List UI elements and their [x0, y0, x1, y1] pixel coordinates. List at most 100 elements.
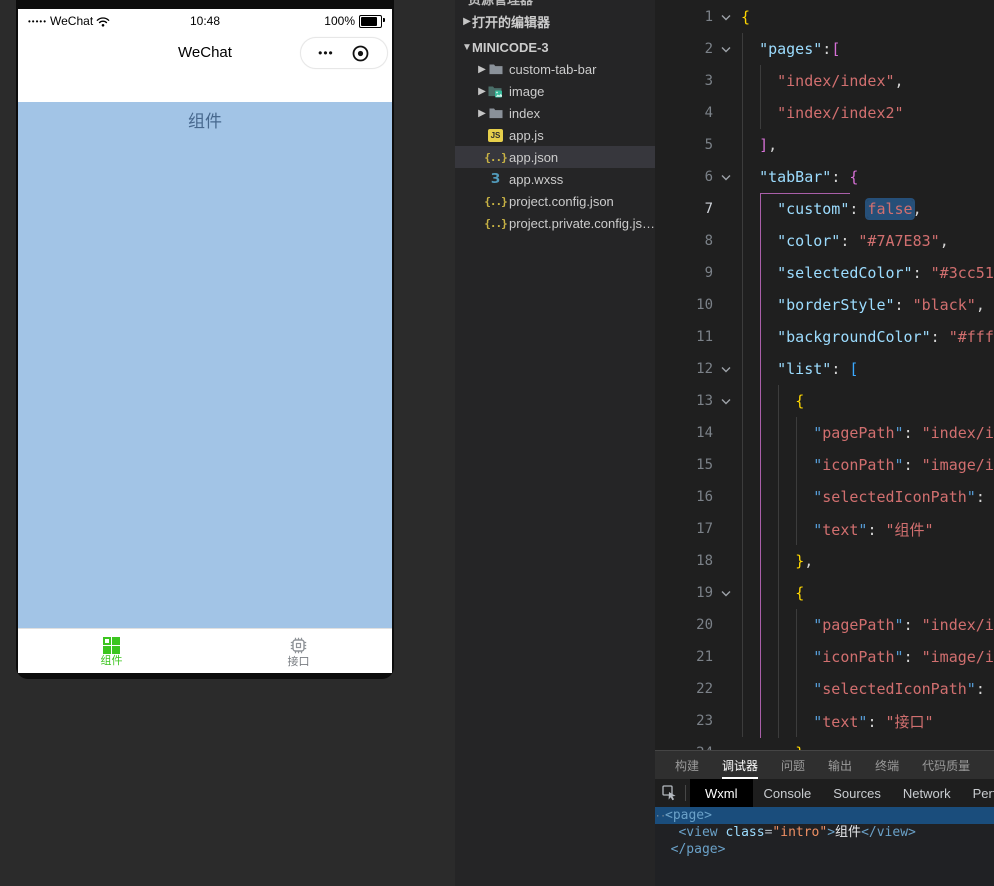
- file-row[interactable]: Зapp.wxss: [455, 168, 655, 190]
- fold-chevron-icon[interactable]: [713, 366, 739, 373]
- code-content: "list": [: [739, 360, 858, 378]
- editor-line[interactable]: 14 "pagePath": "index/in: [655, 417, 994, 449]
- fold-chevron-icon[interactable]: [713, 46, 739, 53]
- mini-tab-active[interactable]: 组件: [18, 629, 205, 673]
- line-number[interactable]: 7: [655, 201, 713, 217]
- panel-tab[interactable]: 输出: [828, 751, 852, 779]
- wxml-row[interactable]: <view class="intro">组件</view>: [655, 824, 994, 841]
- file-row[interactable]: {..} project.config.json: [455, 190, 655, 212]
- code-content: "pagePath": "index/in: [739, 616, 994, 634]
- line-number[interactable]: 6: [655, 169, 713, 185]
- file-row[interactable]: ▶ index: [455, 102, 655, 124]
- chevron-right-icon[interactable]: ▶: [462, 16, 472, 27]
- editor-line[interactable]: 10 "borderStyle": "black",: [655, 289, 994, 321]
- menu-dots-icon[interactable]: •••: [318, 38, 334, 68]
- panel-tab[interactable]: 问题: [781, 751, 805, 779]
- chevron-down-icon[interactable]: ▼: [462, 42, 472, 53]
- file-row[interactable]: JS app.js: [455, 124, 655, 146]
- line-number[interactable]: 11: [655, 329, 713, 345]
- inspect-element-icon[interactable]: [655, 779, 685, 807]
- devtools-tab[interactable]: Console: [753, 779, 823, 807]
- editor-line[interactable]: 2 "pages":[: [655, 33, 994, 65]
- line-number[interactable]: 10: [655, 297, 713, 313]
- editor-line[interactable]: 11 "backgroundColor": "#ffff: [655, 321, 994, 353]
- chevron-right-icon[interactable]: ▶: [477, 64, 487, 75]
- devtools-tab[interactable]: Wxml: [690, 779, 753, 807]
- json-file-icon: {..}: [484, 216, 507, 230]
- code-token: "index/index2": [777, 104, 904, 122]
- editor-line[interactable]: 7 "custom": false,: [655, 193, 994, 225]
- line-number[interactable]: 9: [655, 265, 713, 281]
- file-row[interactable]: {..} project.private.config.js…: [455, 212, 655, 234]
- editor-line[interactable]: 9 "selectedColor": "#3cc51f: [655, 257, 994, 289]
- editor-line[interactable]: 19 {: [655, 577, 994, 609]
- editor-line[interactable]: 4 "index/index2": [655, 97, 994, 129]
- panel-tab[interactable]: 构建: [675, 751, 699, 779]
- file-row[interactable]: {..} app.json: [455, 146, 655, 168]
- panel-tab[interactable]: 调试器: [722, 751, 759, 779]
- panel-tab[interactable]: 终端: [875, 751, 899, 779]
- editor-line[interactable]: 18 },: [655, 545, 994, 577]
- devtools-tab[interactable]: Performance: [962, 779, 994, 807]
- editor-line[interactable]: 15 "iconPath": "image/ic: [655, 449, 994, 481]
- editor-line[interactable]: 22 "selectedIconPath": ": [655, 673, 994, 705]
- line-number[interactable]: 5: [655, 137, 713, 153]
- wxml-row[interactable]: </page>: [655, 841, 994, 858]
- line-number[interactable]: 22: [655, 681, 713, 697]
- editor-line[interactable]: 5 ],: [655, 129, 994, 161]
- devtools-tab[interactable]: Network: [892, 779, 962, 807]
- line-number[interactable]: 19: [655, 585, 713, 601]
- target-icon[interactable]: [351, 44, 370, 63]
- editor-line[interactable]: 16 "selectedIconPath": ": [655, 481, 994, 513]
- editor-line[interactable]: 6 "tabBar": {: [655, 161, 994, 193]
- editor-line[interactable]: 8 "color": "#7A7E83",: [655, 225, 994, 257]
- code-token: "tabBar": [759, 168, 832, 186]
- line-number[interactable]: 2: [655, 41, 713, 57]
- grid-icon: [103, 636, 120, 654]
- code-token: [: [831, 40, 841, 58]
- code-token: ,: [939, 232, 949, 250]
- fold-chevron-icon[interactable]: [713, 174, 739, 181]
- line-number[interactable]: 13: [655, 393, 713, 409]
- line-number[interactable]: 14: [655, 425, 713, 441]
- line-number[interactable]: 3: [655, 73, 713, 89]
- section-project-root[interactable]: ▼ MINICODE-3: [455, 36, 655, 58]
- fold-chevron-icon[interactable]: [713, 14, 739, 21]
- js-file-icon: JS: [488, 128, 503, 142]
- editor-line[interactable]: 13 {: [655, 385, 994, 417]
- editor-line[interactable]: 21 "iconPath": "image/ic: [655, 641, 994, 673]
- chevron-right-icon[interactable]: ▶: [477, 108, 487, 119]
- fold-chevron-icon[interactable]: [713, 398, 739, 405]
- editor-line[interactable]: 23 "text": "接口": [655, 705, 994, 737]
- line-number[interactable]: 16: [655, 489, 713, 505]
- capsule-menu[interactable]: •••: [300, 37, 388, 69]
- chevron-right-icon[interactable]: ▶: [477, 86, 487, 97]
- line-number[interactable]: 12: [655, 361, 713, 377]
- wxml-row[interactable]: ···<page>: [655, 807, 994, 824]
- line-number[interactable]: 4: [655, 105, 713, 121]
- line-number[interactable]: 21: [655, 649, 713, 665]
- file-row[interactable]: ▶ image: [455, 80, 655, 102]
- editor-line[interactable]: 12 "list": [: [655, 353, 994, 385]
- mini-tab-inactive[interactable]: 接口: [205, 629, 392, 673]
- inspected-page-body[interactable]: 组件 body. 375 × 555: [18, 102, 392, 628]
- line-number[interactable]: 17: [655, 521, 713, 537]
- line-number[interactable]: 8: [655, 233, 713, 249]
- code-content: "selectedIconPath": ": [739, 488, 994, 506]
- editor-line[interactable]: 1{: [655, 1, 994, 33]
- section-open-editors[interactable]: ▶ 打开的编辑器: [455, 10, 655, 32]
- file-row[interactable]: ▶ custom-tab-bar: [455, 58, 655, 80]
- line-number[interactable]: 18: [655, 553, 713, 569]
- devtools-tab[interactable]: Sources: [822, 779, 892, 807]
- line-number[interactable]: 20: [655, 617, 713, 633]
- panel-tab[interactable]: 代码质量: [922, 751, 970, 779]
- editor-line[interactable]: 3 "index/index",: [655, 65, 994, 97]
- editor-line[interactable]: 20 "pagePath": "index/in: [655, 609, 994, 641]
- line-number[interactable]: 1: [655, 9, 713, 25]
- editor-line[interactable]: 17 "text": "组件": [655, 513, 994, 545]
- line-number[interactable]: 23: [655, 713, 713, 729]
- line-number[interactable]: 15: [655, 457, 713, 473]
- code-token: :: [867, 712, 886, 731]
- fold-chevron-icon[interactable]: [713, 590, 739, 597]
